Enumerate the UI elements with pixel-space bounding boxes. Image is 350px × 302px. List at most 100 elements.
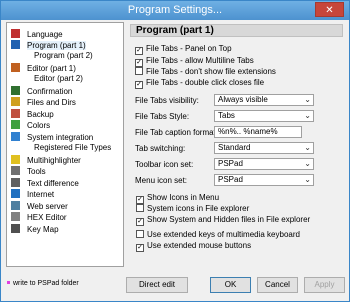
option-checkbox[interactable]: ✓ File Tabs - allow Multiline Tabs [135, 56, 254, 67]
cancel-button[interactable]: Cancel [257, 277, 298, 293]
tree-item[interactable]: Text difference [11, 178, 79, 188]
option-checkbox[interactable]: ✓ Use extended mouse buttons [136, 241, 252, 252]
checkmark-icon[interactable]: ✓ [136, 196, 144, 204]
chevron-down-icon: ⌄ [304, 159, 311, 168]
menu-icon-set-select[interactable]: PSPad ⌄ [214, 174, 314, 186]
title-bar: Program Settings... ✕ [1, 1, 349, 20]
write-location-label: write to PSPad folder [13, 280, 79, 287]
tree-item-label: Internet [27, 190, 55, 199]
tree-item[interactable]: Multihighlighter [11, 155, 81, 165]
tab-switching-select[interactable]: Standard ⌄ [214, 142, 314, 154]
option-checkbox[interactable]: ✓ File Tabs - double click closes file [135, 78, 265, 89]
caption-format-input[interactable]: %n%.. %name% [214, 126, 302, 138]
chevron-down-icon: ⌄ [304, 95, 311, 104]
check-icon [11, 86, 20, 95]
menu-icon-set-label: Menu icon set: [135, 176, 188, 185]
option-checkbox[interactable]: System icons in File explorer [136, 204, 249, 214]
tree-item-label: Files and Dirs [27, 98, 76, 107]
toolbar-icon-set-label: Toolbar icon set: [135, 160, 194, 169]
tree-item[interactable]: Program (part 1) [11, 40, 86, 50]
tree-item[interactable]: Files and Dirs [11, 97, 76, 107]
tree-item[interactable]: System integration [11, 132, 93, 142]
tree-item-label: Multihighlighter [27, 156, 81, 165]
option-checkbox[interactable]: Use extended keys of multimedia keyboard [136, 230, 300, 240]
close-button[interactable]: ✕ [315, 2, 344, 17]
tab-switching-value: Standard [218, 143, 251, 152]
tree-item[interactable]: Registered File Types [34, 143, 111, 153]
program-settings-window: Program Settings... ✕ Language Program (p… [0, 0, 350, 302]
empty-checkbox-icon[interactable] [136, 204, 144, 212]
option-label: Show System and Hidden files in File exp… [147, 215, 311, 224]
option-checkbox[interactable]: File Tabs - don't show file extensions [135, 67, 276, 77]
windows-icon [11, 132, 20, 141]
globe-icon [11, 189, 20, 198]
tree-item[interactable]: Internet [11, 189, 54, 199]
checkmark-icon[interactable]: ✓ [135, 47, 143, 55]
tree-item-label: Text difference [27, 179, 79, 188]
option-label: Show Icons in Menu [147, 193, 220, 202]
apply-button[interactable]: Apply [304, 277, 345, 293]
tree-item[interactable]: HEX Editor [11, 212, 67, 222]
tree-item[interactable]: Tools [11, 166, 46, 176]
empty-checkbox-icon[interactable] [135, 67, 143, 75]
tree-item[interactable]: Backup [11, 109, 54, 119]
option-label: File Tabs - allow Multiline Tabs [146, 56, 254, 65]
tree-item[interactable]: Editor (part 2) [34, 74, 83, 84]
hex-icon [11, 212, 20, 221]
tree-item[interactable]: Editor (part 1) [11, 63, 76, 73]
panel-title: Program (part 1) [130, 24, 343, 37]
highlighter-icon [11, 155, 20, 164]
visibility-label: File Tabs visibility: [135, 96, 199, 105]
checkmark-icon[interactable]: ✓ [135, 59, 143, 67]
tree-item-label: Tools [27, 167, 46, 176]
checkmark-icon[interactable]: ✓ [136, 218, 144, 226]
tree-item[interactable]: Colors [11, 120, 50, 130]
tree-item-label: Confirmation [27, 87, 73, 96]
write-location-note: write to PSPad folder [7, 280, 79, 287]
style-select[interactable]: Tabs ⌄ [214, 110, 314, 122]
tree-item-label: Backup [27, 110, 54, 119]
toolbar-icon-set-select[interactable]: PSPad ⌄ [214, 158, 314, 170]
tree-item-label: System integration [27, 133, 94, 142]
tree-item-label: Key Map [27, 225, 59, 234]
server-icon [11, 201, 20, 210]
tree-item-label: HEX Editor [27, 213, 67, 222]
disk-icon [11, 109, 20, 118]
window-title: Program Settings... [127, 4, 223, 16]
option-checkbox[interactable]: ✓ Show System and Hidden files in File ex… [136, 215, 311, 226]
tree-item[interactable]: Confirmation [11, 86, 72, 96]
empty-checkbox-icon[interactable] [136, 230, 144, 238]
option-label: File Tabs - don't show file extensions [146, 67, 276, 76]
toolbar-icon-set-value: PSPad [218, 159, 243, 168]
ok-button[interactable]: OK [210, 277, 251, 293]
option-checkbox[interactable]: ✓ Show Icons in Menu [136, 193, 220, 204]
tree-item[interactable]: Key Map [11, 224, 59, 234]
chevron-down-icon: ⌄ [304, 111, 311, 120]
direct-edit-button[interactable]: Direct edit [126, 277, 188, 293]
chevron-down-icon: ⌄ [304, 143, 311, 152]
option-checkbox[interactable]: ✓ File Tabs - Panel on Top [135, 44, 232, 55]
tree-item-label: Colors [27, 121, 51, 130]
checkmark-icon[interactable]: ✓ [136, 244, 144, 252]
pencil-icon [11, 63, 20, 72]
option-label: File Tabs - double click closes file [146, 78, 265, 87]
visibility-value: Always visible [218, 95, 268, 104]
tree-item-label: Program (part 1) [27, 41, 86, 50]
checkmark-icon[interactable]: ✓ [135, 81, 143, 89]
option-label: Use extended mouse buttons [147, 241, 252, 250]
tab-switching-label: Tab switching: [135, 144, 186, 153]
tree-item[interactable]: Language [11, 29, 63, 39]
folder-icon [11, 97, 20, 106]
tree-item[interactable]: Web server [11, 201, 68, 211]
menu-icon-set-value: PSPad [218, 175, 243, 184]
option-label: File Tabs - Panel on Top [146, 44, 232, 53]
tree-item[interactable]: Program (part 2) [34, 51, 93, 61]
tree-item-label: Editor (part 2) [34, 74, 83, 83]
option-label: Use extended keys of multimedia keyboard [147, 230, 300, 239]
window-icon [11, 40, 20, 49]
visibility-select[interactable]: Always visible ⌄ [214, 94, 314, 106]
option-label: System icons in File explorer [147, 204, 250, 213]
flag-icon [11, 29, 20, 38]
style-label: File Tabs Style: [135, 112, 190, 121]
diff-icon [11, 178, 20, 187]
